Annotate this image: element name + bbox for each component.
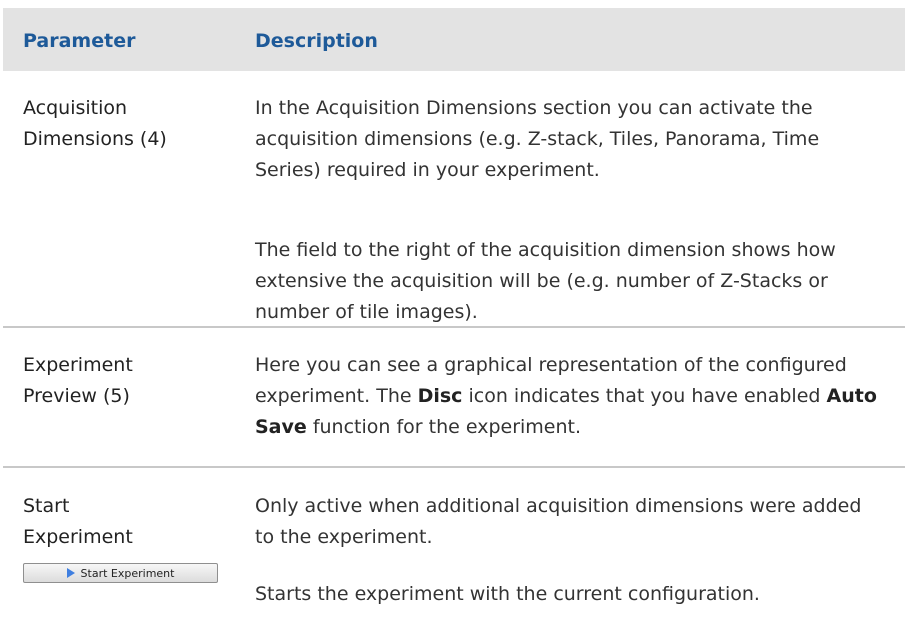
table-row: Start Experiment Start Experiment Only a… [3,468,905,628]
table-row: Acquisition Dimensions (4) In the Acquis… [3,71,905,328]
table-row: Experiment Preview (5) Here you can see … [3,328,905,468]
header-parameter: Parameter [23,30,136,52]
description-paragraph: Only active when additional acquisition … [255,495,862,548]
parameter-name: Start Experiment [23,495,133,548]
description-paragraph: Starts the experiment with the current c… [255,583,760,605]
start-experiment-button[interactable]: Start Experiment [23,563,218,583]
disc-term: Disc [417,385,463,407]
description-paragraph: The field to the right of the acquisitio… [255,239,836,323]
header-description: Description [255,30,378,52]
play-icon [66,568,75,578]
parameter-name: Experiment Preview (5) [23,354,133,407]
table-header: Parameter Description [3,8,905,71]
description-paragraph: In the Acquisition Dimensions section yo… [255,97,820,181]
parameter-table: Parameter Description Acquisition Dimens… [3,8,905,628]
description-paragraph: Here you can see a graphical representat… [255,354,877,438]
parameter-name: Acquisition Dimensions (4) [23,97,167,150]
start-experiment-label: Start Experiment [80,566,175,580]
